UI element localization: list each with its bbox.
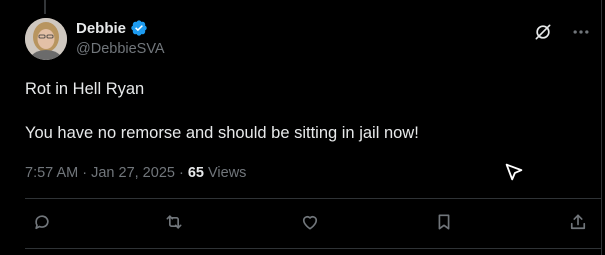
verified-badge-icon[interactable] bbox=[130, 19, 148, 37]
tweet-paragraph: You have no remorse and should be sittin… bbox=[25, 124, 419, 142]
repost-icon bbox=[166, 215, 182, 229]
share-button[interactable] bbox=[566, 210, 590, 234]
tweet-date[interactable]: Jan 27, 2025 bbox=[91, 165, 175, 181]
like-button[interactable] bbox=[298, 210, 322, 234]
tweet-action-bar bbox=[0, 210, 605, 236]
reply-button[interactable] bbox=[30, 210, 54, 234]
reply-icon bbox=[35, 215, 49, 230]
like-icon bbox=[302, 215, 318, 230]
avatar-image bbox=[25, 18, 67, 60]
bookmark-icon bbox=[438, 214, 450, 230]
repost-button[interactable] bbox=[162, 210, 186, 234]
author-name-row[interactable]: Debbie bbox=[76, 19, 148, 37]
divider bbox=[25, 198, 601, 199]
share-icon bbox=[570, 214, 586, 230]
author-handle[interactable]: @DebbieSVA bbox=[76, 41, 165, 57]
tweet-paragraph: Rot in Hell Ryan bbox=[25, 80, 145, 98]
tweet-top-actions bbox=[533, 22, 591, 42]
grok-icon[interactable] bbox=[533, 22, 553, 42]
avatar[interactable] bbox=[25, 18, 67, 60]
tweet-time[interactable]: 7:57 AM bbox=[25, 165, 78, 181]
author-display-name[interactable]: Debbie bbox=[76, 20, 126, 37]
meta-separator: · bbox=[174, 165, 188, 181]
more-options-icon[interactable] bbox=[571, 22, 591, 42]
tweet-text: Rot in Hell Ryan You have no remorse and… bbox=[25, 78, 585, 144]
tweet-meta: 7:57 AM · Jan 27, 2025 · 65 Views bbox=[25, 165, 246, 181]
tweet-detail: Debbie @DebbieSVA Rot in Hell Ryan You h… bbox=[0, 0, 605, 255]
bookmark-button[interactable] bbox=[432, 210, 456, 234]
divider bbox=[25, 248, 601, 249]
mouse-pointer-icon bbox=[503, 161, 525, 183]
views-label: Views bbox=[208, 165, 247, 181]
views-count: 65 bbox=[187, 165, 204, 181]
meta-separator: · bbox=[78, 165, 92, 181]
thread-connector-line bbox=[44, 0, 46, 14]
